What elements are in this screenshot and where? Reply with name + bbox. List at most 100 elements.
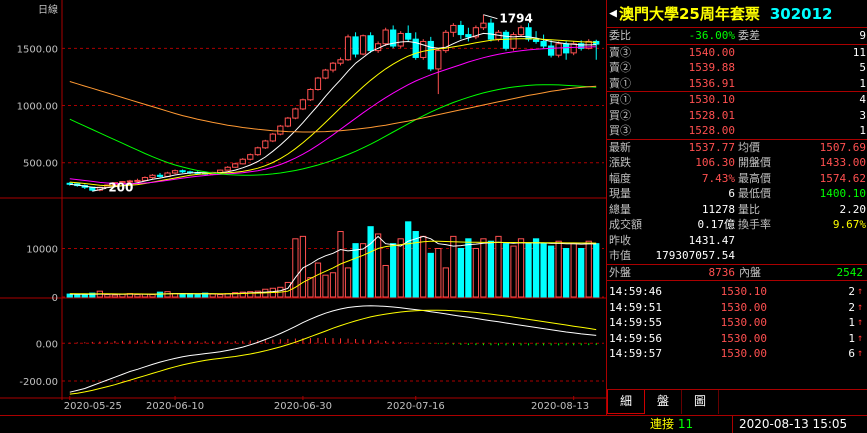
quote-value-2: 9.67% [832, 218, 866, 231]
kline-chart[interactable]: 1500.00 1000.00 500.00 日線 10000 0 0.00 -200.00 1… [0, 0, 606, 415]
candle-up [239, 158, 246, 165]
candle-up [171, 170, 179, 174]
tick-row: 14:59:51 1530.00 2 ↑ [607, 300, 867, 316]
sell-orders: 賣③ 1540.00 11 賣② 1539.88 5 賣① 1536.91 1 [607, 45, 867, 92]
quote-row: 幅度 7.43% 最高價 1574.62 [607, 171, 867, 187]
quote-panel: ◀ 澳門大學25周年套票 302012 委比 -36.00% 委差 9 賣③ 15… [606, 0, 867, 415]
buy-order-row: 買② 1528.01 3 [607, 108, 867, 124]
volume-bar [502, 243, 510, 298]
volume-bar [374, 233, 382, 298]
weibi-value: -36.00% [688, 29, 735, 42]
volume-bar [390, 243, 397, 298]
quote-row: 總量 11278 量比 2.20 [607, 202, 867, 218]
candle-up [480, 22, 487, 29]
moving-average-line [69, 81, 597, 133]
sell-order-row: 賣① 1536.91 1 [607, 76, 867, 92]
volume-bar [593, 243, 600, 298]
prev-stock-arrow-icon[interactable]: ◀ [607, 6, 619, 21]
buy-label: 買② [609, 108, 631, 122]
quote-stats: 最新 1537.77 均價 1507.69 漲跌 106.30 開盤價 1433.00 幅度 7.… [607, 140, 867, 233]
tick-row: 14:59:46 1530.10 2 ↑ [607, 284, 867, 300]
candle-up [344, 36, 352, 61]
candle-up [269, 133, 276, 142]
kline-chart-area[interactable]: 1500.00 1000.00 500.00 日線 10000 0 0.00 -200.00 1… [0, 0, 606, 415]
quote-label-2: 均價 [738, 140, 760, 154]
sell-order-row: 賣③ 1540.00 11 [607, 45, 867, 61]
volume-bar [420, 235, 427, 298]
tick-price: 1530.00 [720, 316, 767, 329]
buy-order-row: 買① 1530.10 4 [607, 92, 867, 108]
quote-label-2: 開盤價 [738, 156, 771, 169]
tick-list[interactable]: 14:59:46 1530.10 2 ↑ 14:59:51 1530.00 2 ↑ 14:59:… [607, 281, 867, 362]
candle-up [382, 29, 389, 45]
volume-bar [322, 274, 329, 298]
panel-tabs: 細 盤 圖 [607, 389, 867, 414]
volume-bar [532, 238, 540, 298]
volume-tick-label: 0 [52, 293, 58, 304]
candle-up [397, 32, 404, 47]
candle-down [563, 43, 570, 54]
tab-chart[interactable]: 圖 [682, 390, 719, 414]
tick-row: 14:59:57 1530.00 6 ↑ [607, 346, 867, 362]
quote-value-2: 1574.62 [819, 171, 866, 185]
tick-price: 1530.00 [720, 331, 767, 345]
low-price-label: 200 [108, 180, 133, 194]
quote-value: 0.17億 [697, 218, 736, 231]
volume-bar [510, 245, 517, 298]
volume-bar [540, 243, 547, 298]
volume-bar [412, 231, 419, 298]
quote-row: 成交額 0.17億 換手率 9.67% [607, 217, 867, 233]
up-arrow-icon: ↑ [856, 317, 864, 328]
volume-bar [495, 235, 502, 298]
quote-value: 106.30 [695, 156, 735, 169]
candle-down [540, 40, 547, 47]
candle-up [292, 108, 299, 119]
volume-bar [442, 267, 449, 298]
date-tick-label: 2020-08-13 [531, 401, 589, 412]
volume-bar [344, 267, 352, 298]
candle-down [156, 174, 164, 177]
tab-detail[interactable]: 細 [607, 390, 645, 414]
sell-qty: 11 [852, 45, 866, 59]
quote-label: 幅度 [609, 171, 631, 185]
candle-down [465, 34, 472, 38]
status-bar: 連接 11 2020-08-13 15:05 [0, 415, 867, 433]
volume-bar [382, 264, 389, 298]
up-arrow-icon: ↑ [856, 348, 864, 359]
quote-label: 成交額 [609, 218, 642, 231]
volume-bar [563, 248, 570, 298]
quote-label-2: 量比 [738, 202, 760, 216]
quote-label-2: 最高價 [738, 171, 771, 185]
volume-tick-label: 10000 [26, 245, 58, 256]
quote-value: 1537.77 [688, 140, 735, 154]
date-tick-label: 2020-06-10 [146, 401, 204, 412]
candle-up [141, 177, 149, 181]
candle-up [262, 140, 269, 149]
sell-price: 1536.91 [688, 76, 735, 90]
quote-value: 6 [728, 187, 735, 200]
volume-bar [525, 243, 532, 298]
tick-time: 14:59:57 [609, 347, 662, 360]
status-datetime: 2020-08-13 15:05 [732, 416, 847, 433]
tab-orderbook[interactable]: 盤 [645, 390, 682, 414]
candle-up [359, 35, 367, 55]
price-tick-label: 500.00 [23, 159, 58, 170]
date-tick-label: 2020-05-25 [64, 401, 122, 412]
volume-bar [578, 248, 585, 298]
candle-up [299, 99, 307, 110]
inner-value: 2542 [836, 265, 864, 279]
sell-label: 賣① [609, 76, 631, 90]
volume-bar [329, 272, 337, 298]
volume-bar [465, 238, 472, 298]
market-value-value: 179307057.54 [655, 249, 735, 262]
candle-down [487, 22, 495, 40]
tick-qty: 2 [848, 285, 855, 298]
prev-close-value: 1431.47 [688, 233, 735, 247]
candle-down [179, 170, 186, 173]
up-arrow-icon: ↑ [856, 286, 864, 297]
prev-close-row: 昨收 1431.47 [607, 233, 867, 249]
tick-price: 1530.00 [720, 347, 767, 360]
quote-label: 現量 [609, 187, 631, 200]
up-arrow-icon: ↑ [856, 332, 864, 344]
candle-up [307, 88, 314, 101]
